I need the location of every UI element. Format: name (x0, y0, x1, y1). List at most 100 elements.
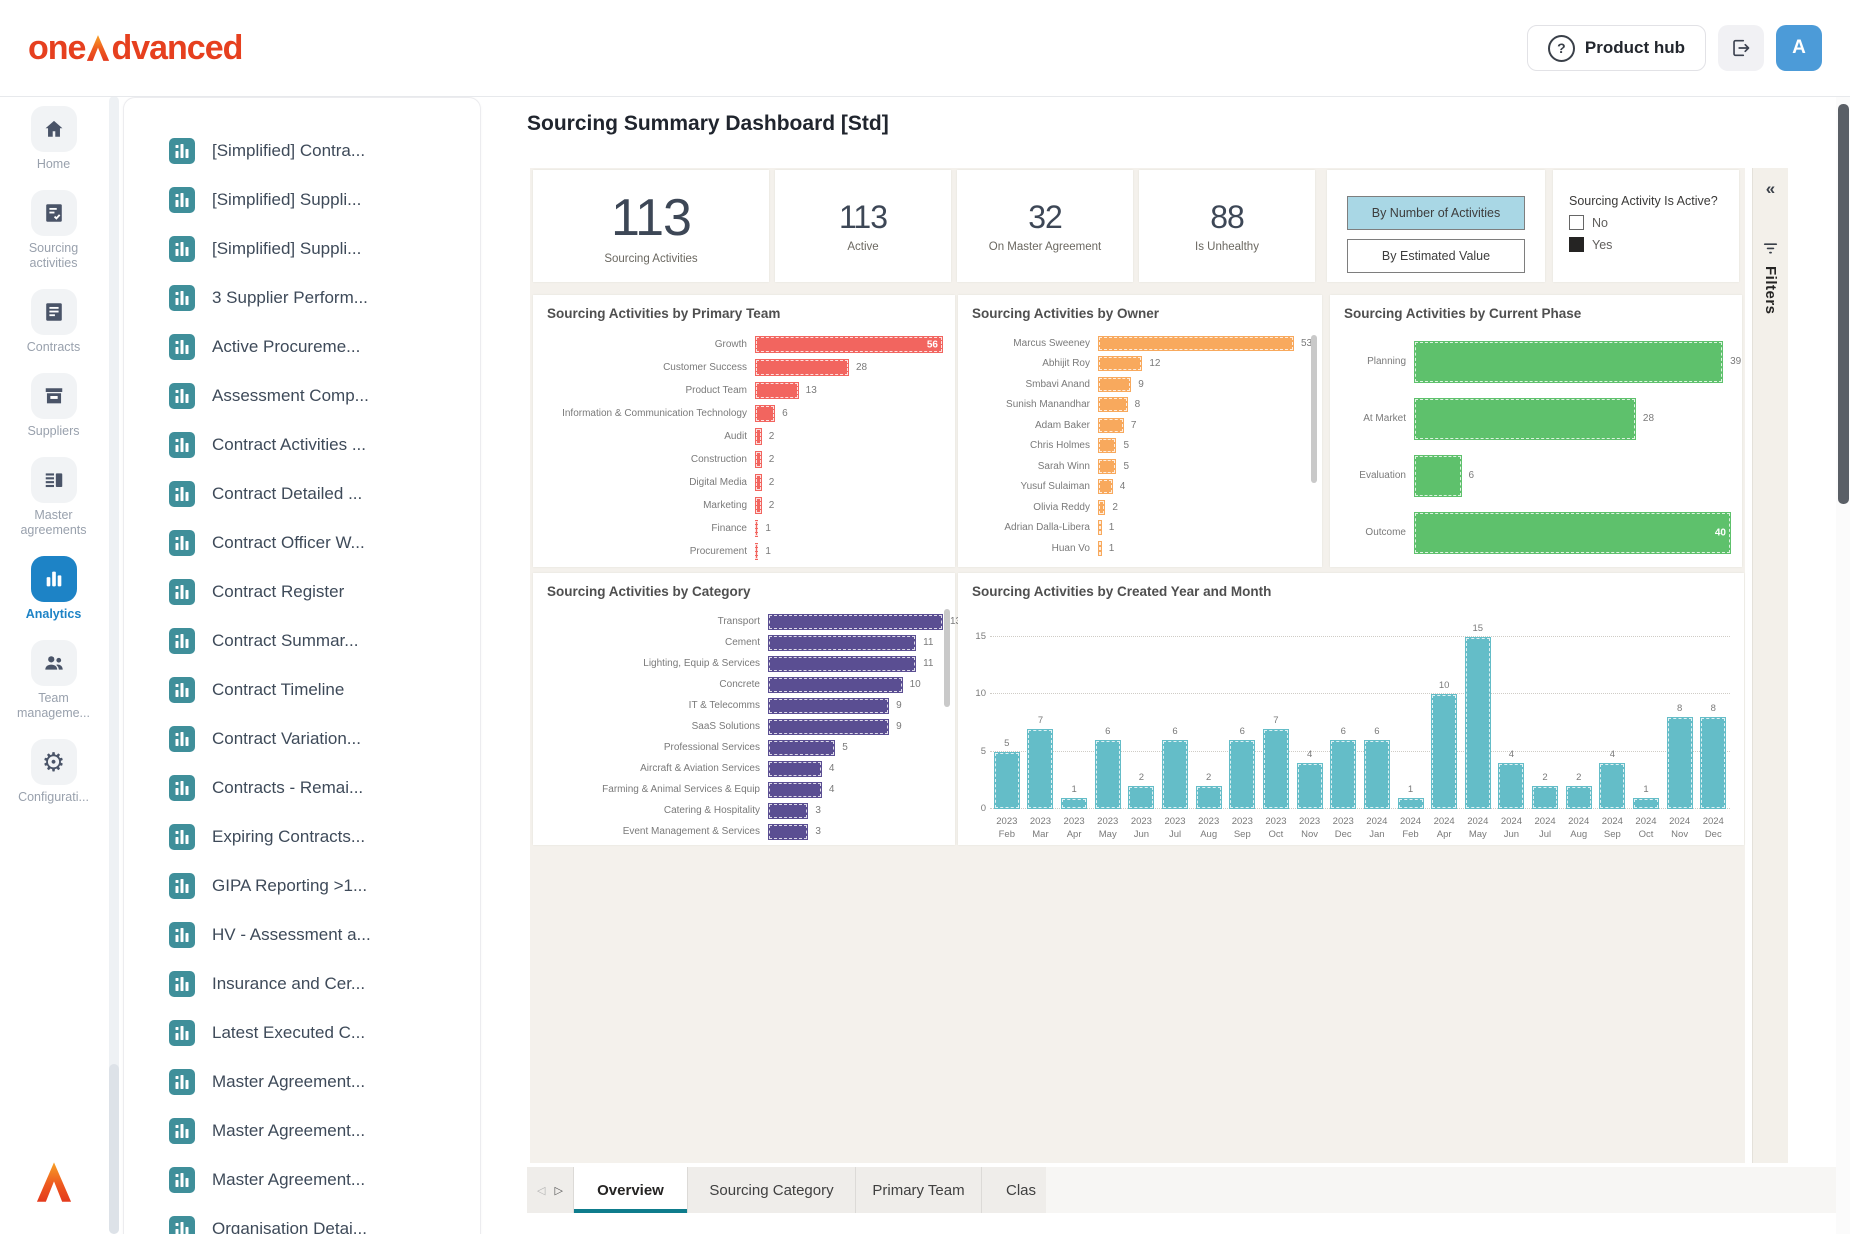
bar[interactable] (755, 359, 849, 376)
bar[interactable]: 40 (1414, 512, 1731, 554)
report-list-item[interactable]: Contract Summar... (124, 616, 480, 665)
bar[interactable] (755, 543, 758, 560)
bar[interactable] (768, 635, 916, 651)
sidebar-item-master-agreements[interactable]: Master agreements (0, 457, 107, 538)
bar[interactable] (1599, 763, 1625, 809)
toggle-button[interactable]: By Number of Activities (1347, 196, 1525, 230)
report-list-item[interactable]: Contract Activities ... (124, 420, 480, 469)
report-list-item[interactable]: Insurance and Cer... (124, 959, 480, 1008)
bar[interactable] (1498, 763, 1524, 809)
bar[interactable] (768, 824, 808, 840)
user-avatar[interactable]: A (1776, 25, 1822, 71)
bar[interactable] (1633, 798, 1659, 810)
bar[interactable] (1700, 717, 1726, 809)
bar[interactable] (1128, 786, 1154, 809)
bar[interactable] (1098, 479, 1113, 494)
sidebar-scrollbar[interactable] (107, 96, 121, 1234)
sidebar-item-team-management[interactable]: Team manageme... (0, 640, 107, 721)
report-list-item[interactable]: Master Agreement... (124, 1155, 480, 1204)
sidebar-item-sourcing-activities[interactable]: Sourcing activities (0, 190, 107, 271)
sidebar-item-analytics[interactable]: Analytics (0, 556, 107, 622)
checkbox-icon[interactable] (1569, 215, 1584, 230)
bar[interactable] (755, 520, 758, 537)
chevron-double-left-icon[interactable]: « (1766, 180, 1775, 197)
bar[interactable] (768, 698, 889, 714)
page-scrollbar[interactable] (1836, 96, 1850, 1234)
bar[interactable] (1465, 637, 1491, 810)
report-list-item[interactable]: Contracts - Remai... (124, 763, 480, 812)
tab-primary-team[interactable]: Primary Team (856, 1167, 982, 1213)
bar[interactable] (1414, 455, 1462, 497)
scrollbar-thumb[interactable] (1838, 104, 1849, 504)
report-list-item[interactable]: [Simplified] Contra... (124, 126, 480, 175)
report-list-item[interactable]: GIPA Reporting >1... (124, 861, 480, 910)
bar[interactable] (1566, 786, 1592, 809)
report-list-item[interactable]: [Simplified] Suppli... (124, 224, 480, 273)
bar[interactable] (1098, 500, 1105, 515)
bar[interactable] (1414, 398, 1636, 440)
product-hub-button[interactable]: ? Product hub (1527, 25, 1706, 71)
bar[interactable] (1667, 717, 1693, 809)
bar[interactable] (1196, 786, 1222, 809)
bar[interactable] (768, 803, 808, 819)
bar[interactable] (1297, 763, 1323, 809)
sidebar-item-configuration[interactable]: ⚙Configurati... (0, 739, 107, 805)
report-list-item[interactable]: Active Procureme... (124, 322, 480, 371)
bar[interactable] (1098, 356, 1142, 371)
report-list-item[interactable]: HV - Assessment a... (124, 910, 480, 959)
bar[interactable] (994, 752, 1020, 810)
report-list-item[interactable]: [Simplified] Suppli... (124, 175, 480, 224)
bar[interactable] (768, 719, 889, 735)
bar[interactable] (768, 782, 822, 798)
bar[interactable] (768, 677, 903, 693)
chart-scrollbar[interactable] (1311, 335, 1317, 483)
bar[interactable] (1364, 740, 1390, 809)
sign-out-button[interactable] (1718, 25, 1764, 71)
report-list-item[interactable]: Latest Executed C... (124, 1008, 480, 1057)
report-list-item[interactable]: Contract Officer W... (124, 518, 480, 567)
bar[interactable] (1098, 541, 1102, 556)
report-list-item[interactable]: Contract Register (124, 567, 480, 616)
report-list-item[interactable]: Master Agreement... (124, 1057, 480, 1106)
bar[interactable] (768, 614, 943, 630)
filter-funnel-icon[interactable] (1763, 241, 1778, 256)
slicer-option[interactable]: Yes (1569, 237, 1739, 252)
bar[interactable] (755, 382, 799, 399)
sidebar-item-contracts[interactable]: Contracts (0, 289, 107, 355)
tab-next-arrow-icon[interactable]: ▷ (555, 1184, 563, 1197)
tab-overview[interactable]: Overview (574, 1167, 688, 1213)
slicer-option[interactable]: No (1569, 215, 1739, 230)
bar[interactable] (1061, 798, 1087, 810)
filters-panel-label[interactable]: Filters (1762, 266, 1779, 315)
bar[interactable] (1027, 729, 1053, 810)
report-list-item[interactable]: 3 Supplier Perform... (124, 273, 480, 322)
tab-previous-arrow-icon[interactable]: ◁ (537, 1184, 545, 1197)
bar[interactable]: 56 (755, 336, 943, 353)
report-list-item[interactable]: Master Agreement... (124, 1106, 480, 1155)
bar[interactable] (1263, 729, 1289, 810)
scrollbar-thumb[interactable] (109, 1064, 119, 1234)
toggle-button[interactable]: By Estimated Value (1347, 239, 1525, 273)
bar[interactable] (768, 740, 835, 756)
tab-sourcing-category[interactable]: Sourcing Category (688, 1167, 856, 1213)
bar[interactable] (1098, 438, 1116, 453)
bar[interactable] (1398, 798, 1424, 810)
report-list-item[interactable]: Contract Timeline (124, 665, 480, 714)
bar[interactable] (1431, 694, 1457, 809)
bar[interactable] (1414, 341, 1723, 383)
tab-clas[interactable]: Clas (982, 1167, 1046, 1213)
bar[interactable] (1330, 740, 1356, 809)
bar[interactable] (755, 474, 762, 491)
report-list-item[interactable]: Contract Variation... (124, 714, 480, 763)
bar[interactable] (755, 451, 762, 468)
bar[interactable] (1095, 740, 1121, 809)
bar[interactable] (755, 405, 775, 422)
bar[interactable] (1098, 397, 1128, 412)
bar[interactable] (1098, 418, 1124, 433)
report-list-item[interactable]: Contract Detailed ... (124, 469, 480, 518)
sidebar-item-suppliers[interactable]: Suppliers (0, 373, 107, 439)
bar[interactable] (1098, 336, 1294, 351)
bar[interactable] (1098, 459, 1116, 474)
bar[interactable] (1229, 740, 1255, 809)
bar[interactable] (755, 428, 762, 445)
